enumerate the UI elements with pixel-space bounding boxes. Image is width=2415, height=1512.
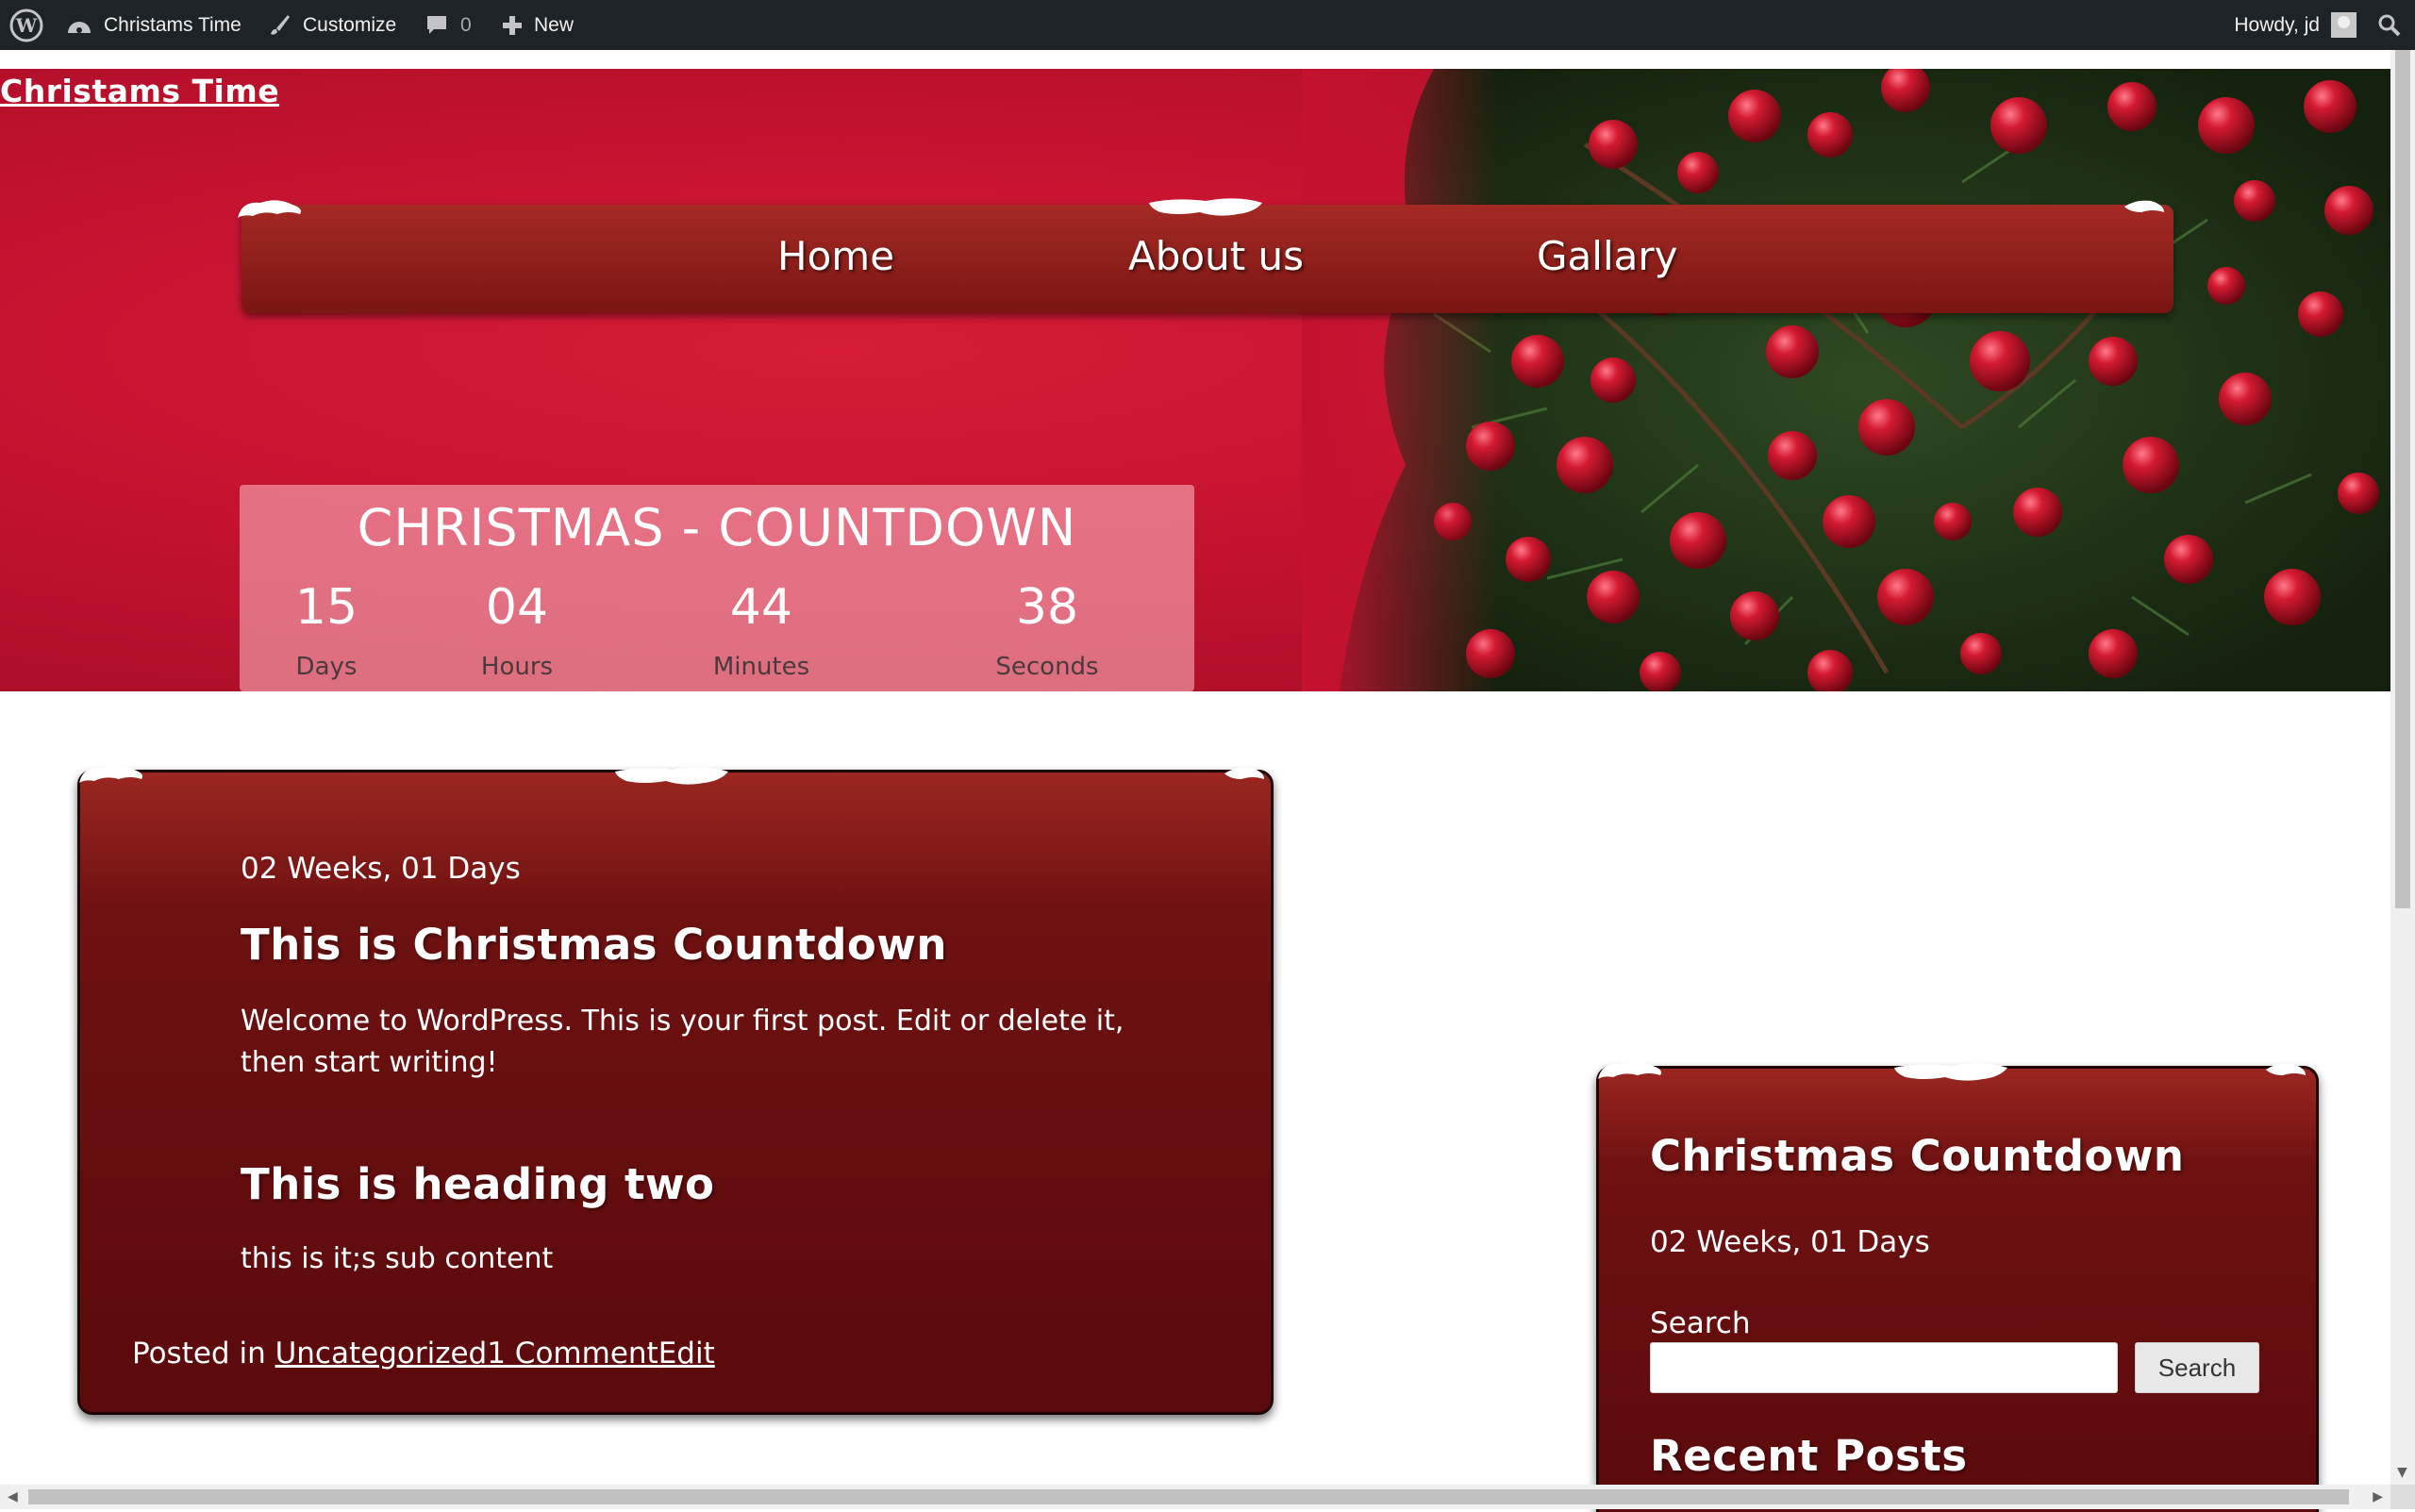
scroll-right-arrow-icon[interactable]: ▶ <box>2373 1485 2383 1509</box>
comments-link[interactable]: 0 <box>425 0 472 50</box>
snow-cap-decoration <box>1149 198 1262 216</box>
new-label: New <box>534 13 575 36</box>
avatar <box>2331 12 2357 38</box>
post-excerpt: Welcome to WordPress. This is your first… <box>241 1005 1124 1079</box>
category-link[interactable]: Uncategorized <box>275 1337 488 1371</box>
sidebar-widget: Christmas Countdown 02 Weeks, 01 Days Se… <box>1596 1066 2319 1512</box>
post-meta: Posted in Uncategorized1 CommentEdit <box>132 1337 715 1371</box>
edit-post-link[interactable]: Edit <box>658 1337 715 1371</box>
snow-cap-decoration <box>2266 1063 2306 1075</box>
countdown-days-value: 15 <box>294 579 358 636</box>
horizontal-scrollbar-thumb[interactable] <box>28 1489 2349 1504</box>
sidebar-countdown-date: 02 Weeks, 01 Days <box>1650 1225 1930 1259</box>
wordpress-logo-icon[interactable]: W <box>9 0 43 50</box>
main-navigation: Home About us Gallary <box>242 205 2174 313</box>
countdown-minutes-label: Minutes <box>712 653 810 681</box>
christmas-countdown-widget: CHRISTMAS - COUNTDOWN 15 Days 04 Hours 4… <box>240 485 1194 691</box>
comment-bubble-icon <box>427 15 446 34</box>
snow-cap-decoration <box>1894 1063 2007 1081</box>
snow-cap-decoration <box>1224 767 1264 779</box>
snow-cap-decoration <box>2124 200 2164 212</box>
admin-bar: W Christams Time Customize 0 New Howdy, … <box>0 0 2415 50</box>
my-account-link[interactable]: Howdy, jd <box>2234 0 2357 50</box>
countdown-days-label: Days <box>295 653 358 681</box>
snow-cap-decoration <box>615 767 728 785</box>
post-article: 02 Weeks, 01 Days This is Christmas Coun… <box>77 770 1274 1415</box>
dashboard-icon <box>68 21 91 33</box>
howdy-label: Howdy, jd <box>2234 13 2320 36</box>
scroll-down-arrow-icon[interactable]: ▼ <box>2397 1460 2407 1485</box>
search-input[interactable] <box>1650 1342 2118 1393</box>
horizontal-scrollbar[interactable]: ◀ ▶ <box>0 1485 2390 1509</box>
comments-link-post[interactable]: 1 Comment <box>487 1337 658 1371</box>
search-label: Search <box>1650 1306 1751 1340</box>
site-title-link[interactable]: Christams Time <box>0 73 279 109</box>
admin-search-icon[interactable] <box>2377 0 2402 50</box>
snow-cap-decoration <box>238 200 301 218</box>
search-button[interactable]: Search <box>2135 1342 2259 1393</box>
posted-in-label: Posted in <box>132 1337 275 1371</box>
countdown-minutes-value: 44 <box>729 579 793 636</box>
site-name-label: Christams Time <box>104 13 242 36</box>
paintbrush-icon <box>271 14 290 35</box>
post-date: 02 Weeks, 01 Days <box>241 852 521 886</box>
nav-about-us[interactable]: About us <box>1128 233 1304 279</box>
svg-text:W: W <box>15 14 38 37</box>
hero-header: Home About us Gallary CHRISTMAS - COUNTD… <box>0 69 2390 691</box>
vertical-scrollbar-thumb[interactable] <box>2395 50 2410 908</box>
countdown-hours-label: Hours <box>480 653 554 681</box>
recent-posts-heading: Recent Posts <box>1650 1431 1968 1481</box>
countdown-seconds-label: Seconds <box>995 653 1099 681</box>
vertical-scrollbar[interactable]: ▼ <box>2390 50 2415 1485</box>
new-content-link[interactable]: New <box>502 0 574 50</box>
comments-count: 0 <box>460 13 472 36</box>
snow-cap-decoration <box>1598 1061 1661 1079</box>
countdown-title: CHRISTMAS - COUNTDOWN <box>357 498 1077 557</box>
post-sub-content: this is it;s sub content <box>241 1242 554 1275</box>
nav-home[interactable]: Home <box>777 233 894 279</box>
post-title[interactable]: This is Christmas Countdown <box>241 920 947 970</box>
countdown-seconds-value: 38 <box>1015 579 1079 636</box>
nav-gallary[interactable]: Gallary <box>1537 233 1677 279</box>
snow-cap-decoration <box>79 765 142 783</box>
scrollbar-corner <box>2390 1485 2415 1509</box>
scroll-left-arrow-icon[interactable]: ◀ <box>8 1485 18 1509</box>
post-heading-two: This is heading two <box>241 1159 715 1209</box>
plus-icon <box>503 15 522 35</box>
holly-berries-image <box>1302 69 2390 691</box>
customize-label: Customize <box>303 13 397 36</box>
site-name-link[interactable]: Christams Time <box>66 0 242 50</box>
customize-link[interactable]: Customize <box>267 0 396 50</box>
countdown-hours-value: 04 <box>485 579 549 636</box>
sidebar-countdown-title: Christmas Countdown <box>1650 1131 2185 1181</box>
